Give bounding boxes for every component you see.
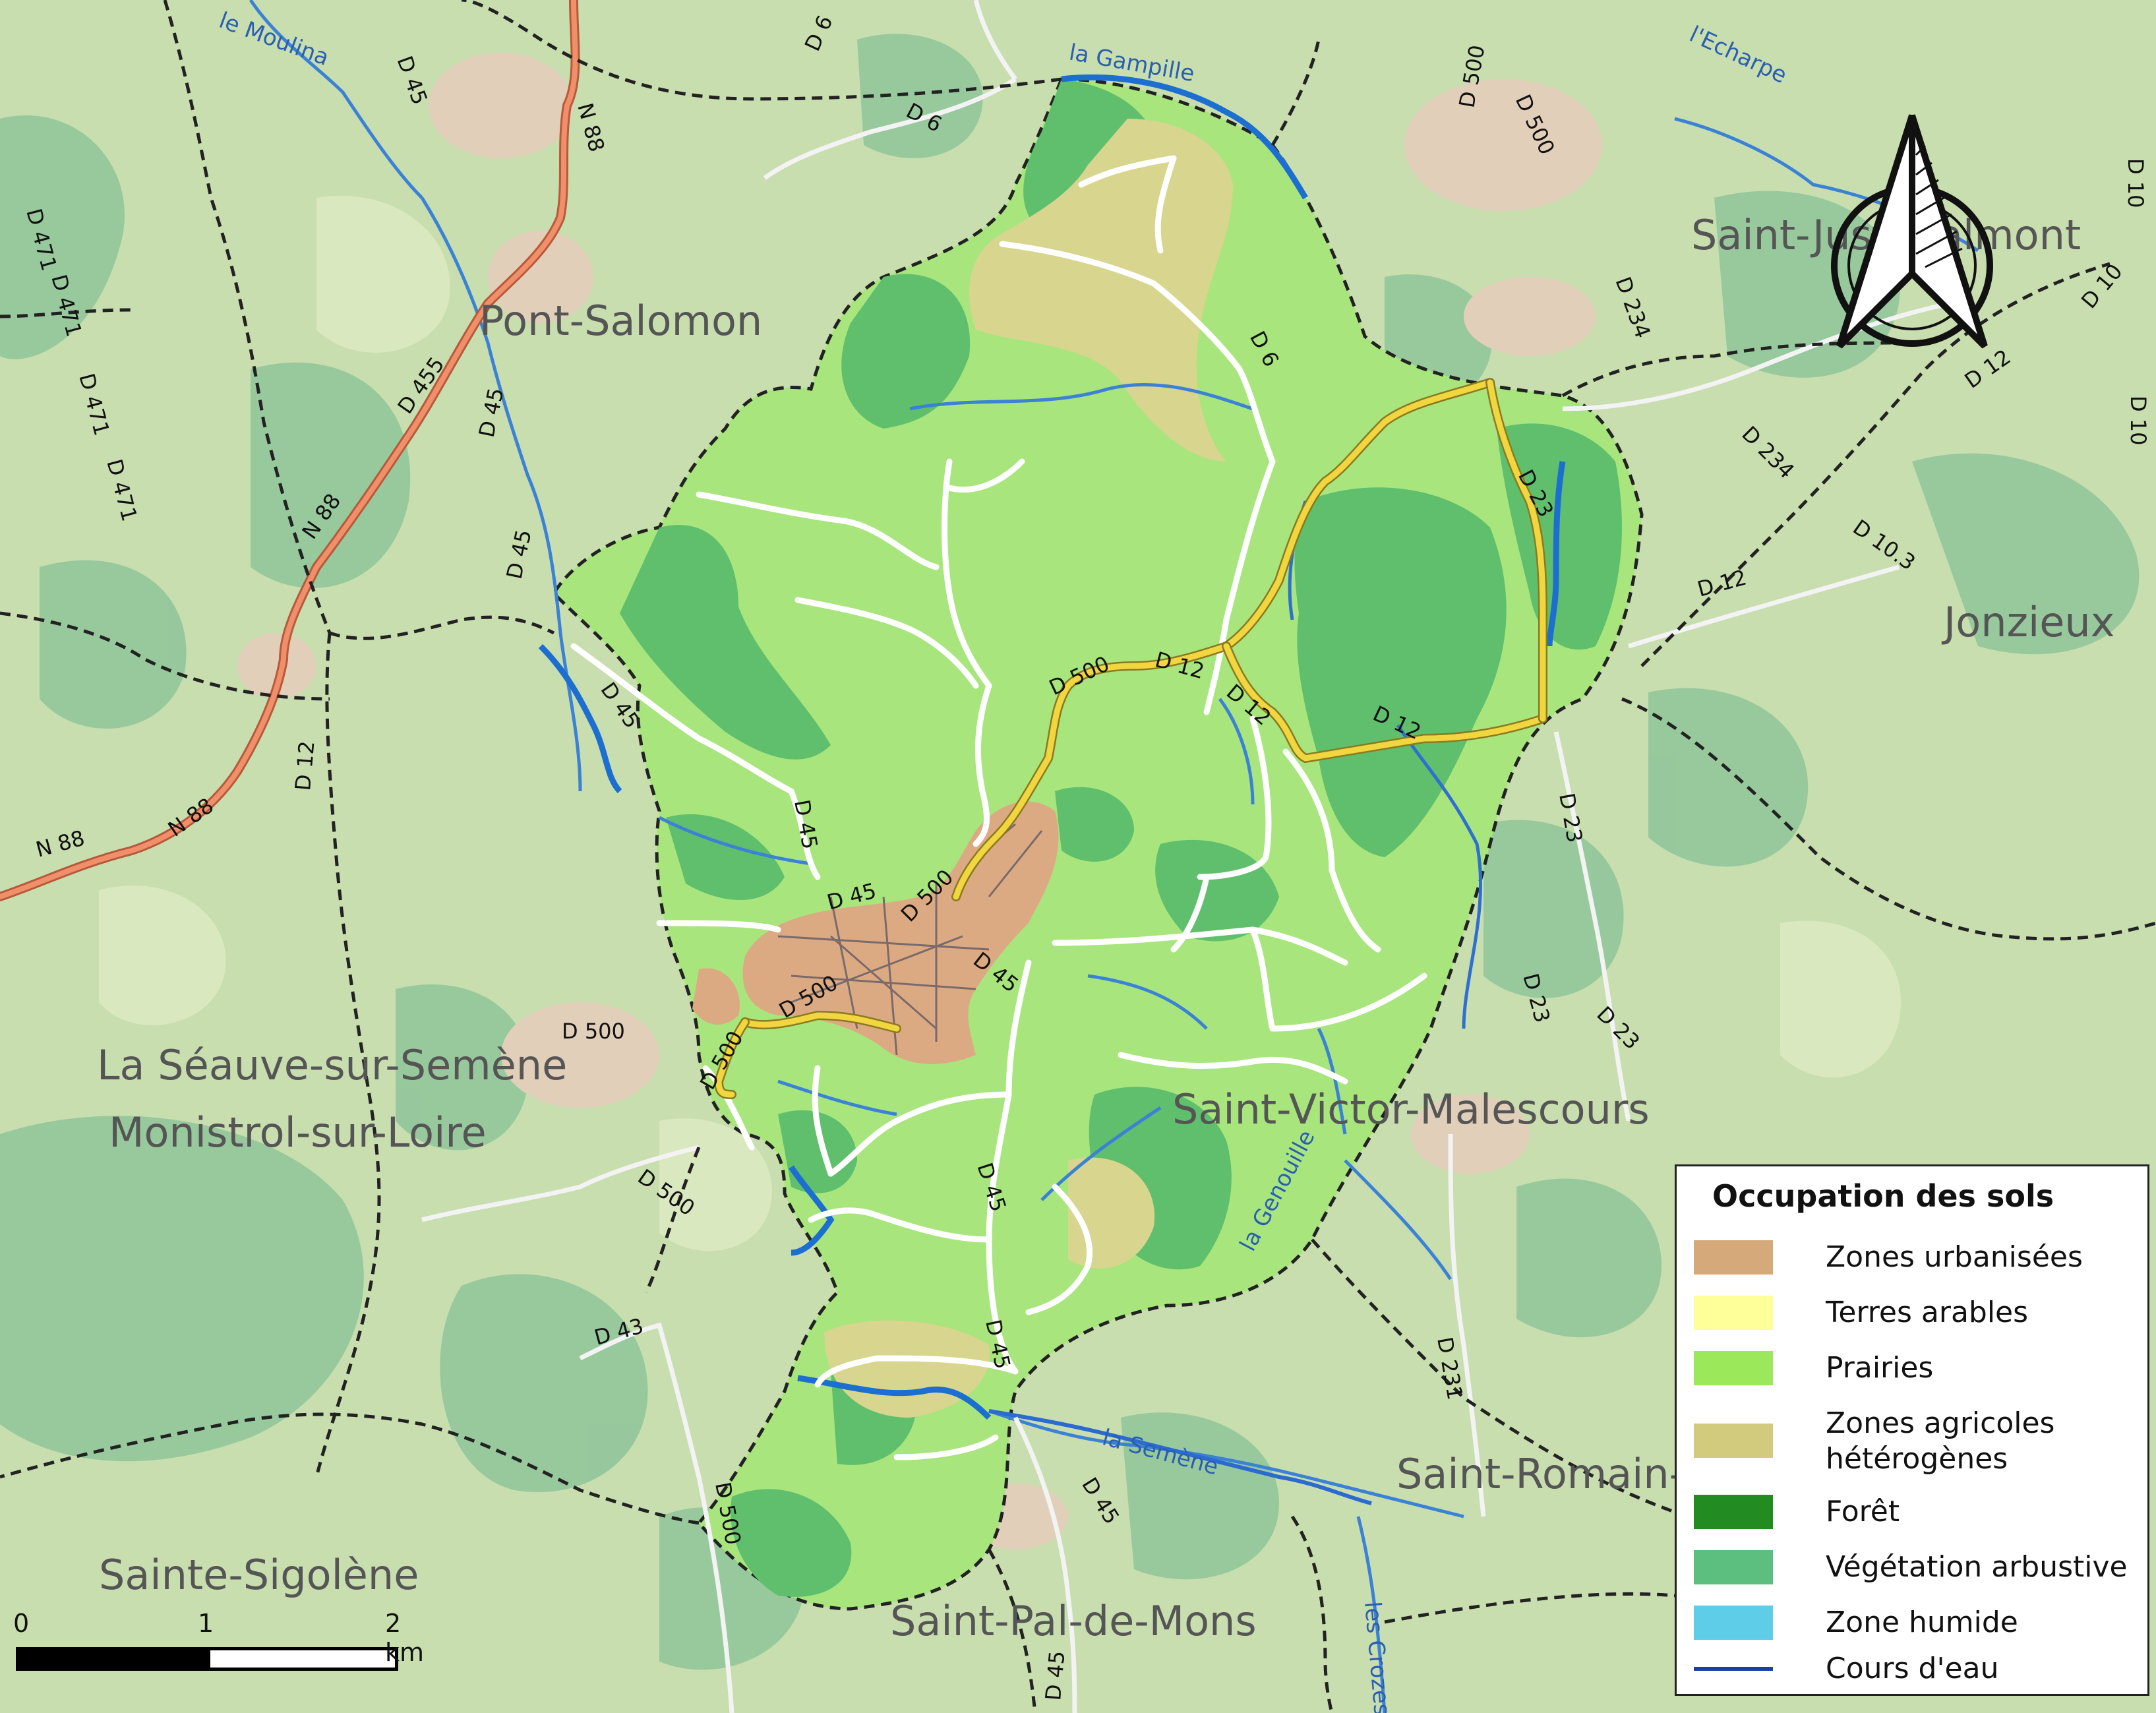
north-arrow (1831, 114, 1993, 349)
legend: Occupation des sols Zones urbanisées Ter… (1675, 1164, 2149, 1696)
legend-item-shrub: Végétation arbustive (1694, 1550, 2142, 1584)
road-label: D 10 (2123, 158, 2148, 208)
scale-label-0: 0 (13, 1609, 30, 1638)
place-sainte-sigolene: Sainte-Sigolène (99, 1551, 419, 1599)
legend-item-heterogeneous: Zones agricoles hétérogènes (1694, 1406, 2142, 1476)
legend-item-urban: Zones urbanisées (1694, 1240, 2142, 1275)
legend-item-arable: Terres arables (1694, 1296, 2142, 1330)
legend-label: Zone humide (1826, 1606, 2018, 1639)
scale-label-2km: 2 km (385, 1609, 425, 1667)
scale-label-1: 1 (198, 1609, 214, 1638)
legend-label: Terres arables (1826, 1296, 2029, 1329)
legend-swatch (1694, 1550, 1773, 1584)
legend-swatch (1694, 1351, 1773, 1385)
place-saint-romain: Saint-Romain- (1396, 1450, 1684, 1498)
legend-label: Zones urbanisées (1826, 1240, 2083, 1274)
legend-swatch-line (1694, 1667, 1773, 1671)
legend-title: Occupation des sols (1712, 1178, 2054, 1214)
north-arrow-left-half (1836, 114, 1915, 349)
place-jonzieux: Jonzieux (1941, 598, 2114, 646)
legend-swatch (1694, 1424, 1773, 1458)
road-label: D 10 (2126, 396, 2151, 446)
legend-swatch (1694, 1240, 1773, 1275)
legend-label: Végétation arbustive (1826, 1550, 2128, 1584)
legend-item-prairies: Prairies (1694, 1351, 2142, 1385)
road-label: D 12 (290, 740, 319, 792)
legend-swatch (1694, 1296, 1773, 1330)
place-saint-victor: Saint-Victor-Malescours (1172, 1085, 1650, 1133)
legend-swatch (1694, 1606, 1773, 1640)
legend-label: Cours d'eau (1826, 1652, 1999, 1685)
legend-item-waterway: Cours d'eau (1694, 1652, 2142, 1686)
legend-swatch (1694, 1495, 1773, 1529)
legend-label: Prairies (1826, 1351, 1934, 1385)
road-label: D 45 (1040, 1650, 1069, 1702)
road-label: D 500 (562, 1019, 625, 1044)
legend-label-line-2: hétérogènes (1826, 1442, 2008, 1476)
place-monistrol: Monistrol-sur-Loire (109, 1108, 487, 1157)
legend-label-line-1: Zones agricoles (1826, 1406, 2055, 1440)
legend-item-wetland: Zone humide (1694, 1606, 2142, 1640)
scale-bar-black-segment (16, 1647, 207, 1671)
place-la-seauve: La Séauve-sur-Semène (97, 1041, 567, 1089)
legend-label: Forêt (1826, 1495, 1900, 1528)
place-saint-pal: Saint-Pal-de-Mons (890, 1597, 1257, 1645)
scale-bar-white-segment (207, 1647, 398, 1671)
legend-item-forest: Forêt (1694, 1495, 2142, 1529)
place-pont-salomon: Pont-Salomon (479, 297, 762, 345)
